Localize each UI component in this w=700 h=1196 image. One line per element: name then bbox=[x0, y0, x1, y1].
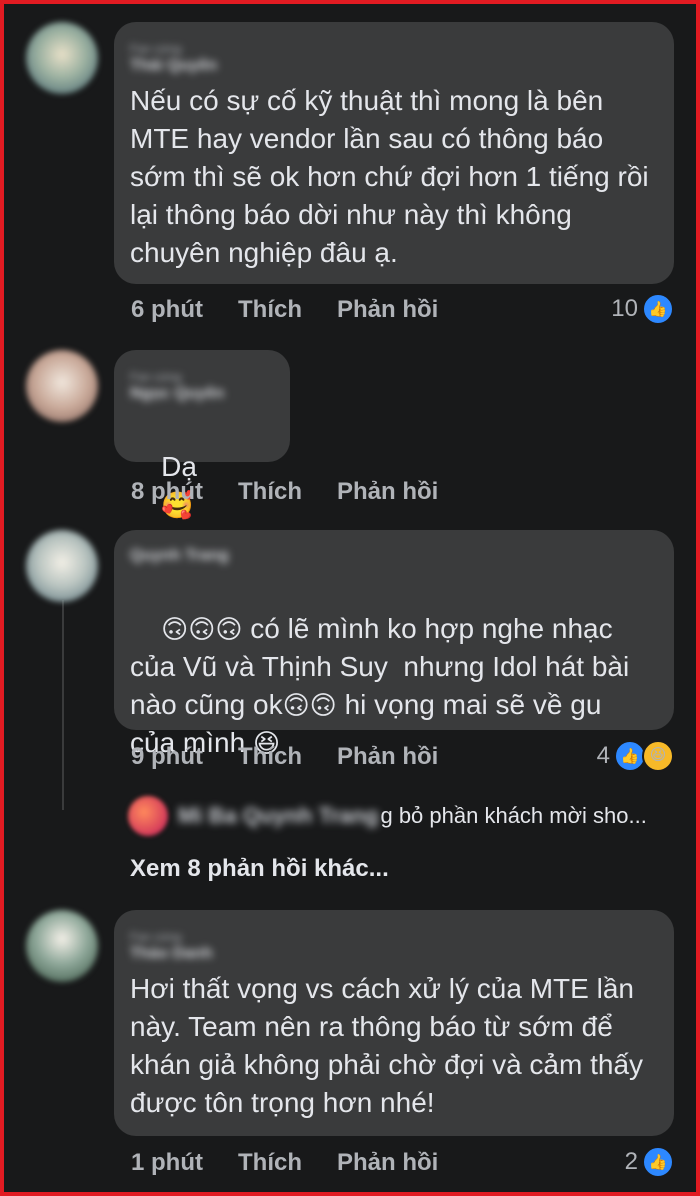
comment-bubble: Quynh Trang 🙃🙃🙃 có lẽ mình ko hợp nghe n… bbox=[114, 530, 674, 758]
thumbs-up-icon: 👍 bbox=[642, 1146, 674, 1178]
reaction-summary[interactable]: 2 👍 bbox=[625, 1146, 674, 1178]
like-button[interactable]: Thích bbox=[238, 478, 302, 506]
upside-down-face-icon: 🙃🙃🙃 bbox=[161, 614, 243, 644]
like-button[interactable]: Thích bbox=[238, 1149, 302, 1177]
like-button[interactable]: Thích bbox=[238, 743, 302, 771]
avatar[interactable] bbox=[26, 350, 98, 422]
reply-author: Mi Ba Quynh Trang bbox=[178, 803, 379, 828]
comment-time[interactable]: 6 phút bbox=[131, 296, 203, 324]
reply-avatar bbox=[128, 796, 168, 836]
haha-icon: 😆 bbox=[642, 740, 674, 772]
comment-text: Hơi thất vọng vs cách xử lý của MTE lần … bbox=[130, 973, 651, 1118]
avatar[interactable] bbox=[26, 910, 98, 982]
reply-button[interactable]: Phản hồi bbox=[337, 1149, 438, 1177]
thumbs-up-icon: 👍 bbox=[642, 293, 674, 325]
comment-time[interactable]: 9 phút bbox=[131, 743, 203, 771]
like-button[interactable]: Thích bbox=[238, 296, 302, 324]
author-badge: Fan cứng bbox=[130, 930, 182, 944]
reply-preview[interactable]: Mi Ba Quynh Trang g bỏ phần khách mời sh… bbox=[128, 796, 647, 836]
comment-time[interactable]: 8 phút bbox=[131, 478, 203, 506]
comment-bubble: Fan cứng Ngọc Quyên Dạ 🥰 bbox=[114, 350, 290, 520]
thread-line bbox=[62, 600, 64, 810]
reply-text: g bỏ phần khách mời sho... bbox=[380, 803, 647, 828]
comment-author[interactable]: Thảo Danh bbox=[130, 944, 658, 964]
comment-time[interactable]: 1 phút bbox=[131, 1149, 203, 1177]
comment-bubble: Fan cứng Thảo Danh Hơi thất vọng vs cách… bbox=[114, 910, 674, 1136]
reaction-summary[interactable]: 10 👍 bbox=[611, 293, 674, 325]
reply-button[interactable]: Phản hồi bbox=[337, 296, 438, 324]
reaction-count: 10 bbox=[611, 295, 638, 322]
reply-button[interactable]: Phản hồi bbox=[337, 743, 438, 771]
avatar[interactable] bbox=[26, 22, 98, 94]
comment-text: Nếu có sự cố kỹ thuật thì mong là bên MT… bbox=[130, 85, 657, 268]
comment-author[interactable]: Ngọc Quyên bbox=[130, 384, 274, 404]
upside-down-face-icon: 🙃🙃 bbox=[282, 690, 337, 720]
reply-button[interactable]: Phản hồi bbox=[337, 478, 438, 506]
author-badge: Fan cứng bbox=[130, 42, 182, 56]
comment-author[interactable]: Quynh Trang bbox=[130, 546, 658, 566]
reaction-summary[interactable]: 4 👍 😆 bbox=[597, 740, 674, 772]
reaction-count: 2 bbox=[624, 1148, 638, 1175]
reaction-count: 4 bbox=[596, 742, 610, 769]
author-badge: Fan cứng bbox=[130, 370, 182, 384]
view-more-replies-link[interactable]: Xem 8 phản hồi khác... bbox=[130, 855, 389, 883]
avatar[interactable] bbox=[26, 530, 98, 602]
comment-bubble: Fan cứng Thái Quyên Nếu có sự cố kỹ thuậ… bbox=[114, 22, 674, 284]
comment-author[interactable]: Thái Quyên bbox=[130, 56, 658, 76]
